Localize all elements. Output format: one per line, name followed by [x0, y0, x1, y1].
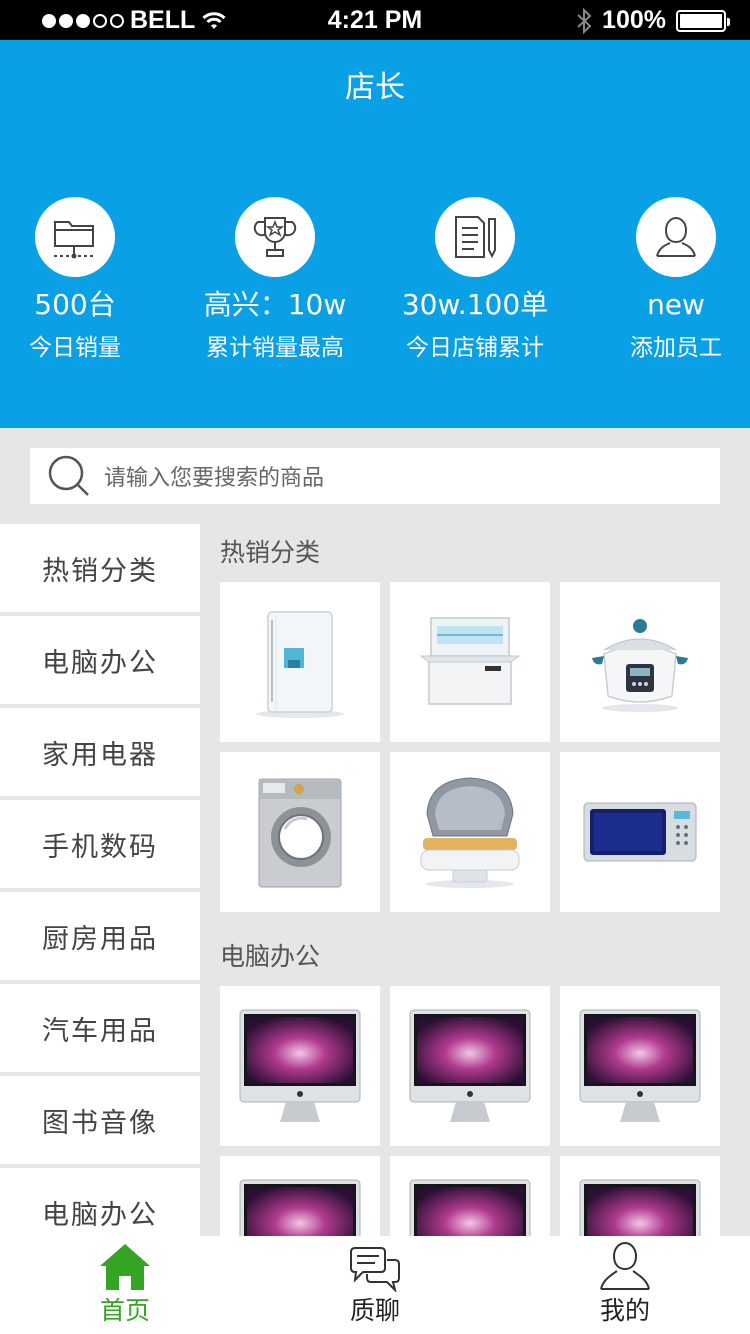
tab-label: 质聊 — [349, 1296, 400, 1325]
stat-value: 500台 — [34, 288, 116, 321]
sidebar-item-home-appliances[interactable]: 家用电器 — [0, 708, 200, 796]
stat-label: 添加员工 — [630, 335, 722, 361]
waffle-maker-icon — [420, 777, 520, 888]
tab-label: 首页 — [99, 1296, 150, 1325]
profile-icon — [600, 1241, 650, 1290]
product-tile[interactable] — [560, 986, 720, 1146]
tab-home[interactable]: 首页 — [0, 1236, 250, 1334]
user-icon — [656, 216, 696, 257]
product-tile[interactable] — [220, 752, 380, 912]
search-input[interactable]: 请输入您要搜索的商品 — [104, 460, 324, 492]
stat-label: 今日销量 — [29, 335, 121, 361]
product-tile[interactable] — [560, 582, 720, 742]
stat-value: new — [647, 288, 705, 321]
dishwasher-icon — [419, 617, 521, 705]
washing-machine-icon — [258, 778, 342, 888]
document-pencil-icon — [455, 216, 496, 259]
home-icon — [100, 1244, 150, 1290]
stat-top-seller[interactable]: 高兴：10w 累计销量最高 — [175, 197, 375, 363]
product-tile[interactable] — [390, 1156, 550, 1236]
product-grid — [220, 582, 730, 912]
stat-icon-circle — [636, 197, 716, 277]
slow-cooker-icon — [592, 619, 688, 712]
sidebar-item-car[interactable]: 汽车用品 — [0, 984, 200, 1072]
chat-bubbles-icon — [350, 1247, 400, 1292]
stat-icon-circle — [435, 197, 515, 277]
imac-icon — [579, 1179, 701, 1236]
folder-icon — [54, 221, 94, 259]
product-tile[interactable] — [220, 1156, 380, 1236]
stat-value: 30w.100单 — [401, 288, 549, 321]
imac-icon — [579, 1009, 701, 1122]
refrigerator-icon — [256, 611, 344, 718]
tab-chat[interactable]: 质聊 — [250, 1236, 500, 1334]
tab-me[interactable]: 我的 — [500, 1236, 750, 1334]
stat-label: 今日店铺累计 — [406, 335, 544, 361]
battery-percent: 100% — [602, 6, 666, 34]
page-title: 店长 — [345, 70, 405, 105]
imac-icon — [239, 1179, 361, 1236]
search-bar[interactable]: 请输入您要搜索的商品 — [30, 448, 720, 504]
stat-value: 高兴：10w — [203, 288, 347, 321]
stat-store-total[interactable]: 30w.100单 今日店铺累计 — [375, 197, 575, 363]
imac-icon — [409, 1179, 531, 1236]
stat-add-staff[interactable]: new 添加员工 — [576, 197, 750, 363]
product-tile[interactable] — [220, 986, 380, 1146]
bottom-tab-bar: 首页 质聊 我的 — [0, 1236, 750, 1334]
battery-icon — [676, 9, 730, 32]
section-title: 电脑办公 — [220, 942, 321, 971]
sidebar-item-computer-office[interactable]: 电脑办公 — [0, 616, 200, 704]
stat-today-sales[interactable]: 500台 今日销量 — [0, 197, 175, 363]
stat-icon-circle — [235, 197, 315, 277]
sidebar-item-kitchen[interactable]: 厨房用品 — [0, 892, 200, 980]
category-sidebar: 热销分类 电脑办公 家用电器 手机数码 厨房用品 汽车用品 图书音像 电脑办公 — [0, 524, 200, 1236]
trophy-icon — [253, 217, 297, 257]
product-tile[interactable] — [390, 986, 550, 1146]
store-header: 店长 500台 今日销量 高兴：10w 累计销量最高 30w.100单 今日店铺… — [0, 40, 750, 428]
sidebar-item-hot[interactable]: 热销分类 — [0, 524, 200, 612]
imac-icon — [409, 1009, 531, 1122]
sidebar-item-books-media[interactable]: 图书音像 — [0, 1076, 200, 1164]
microwave-icon — [583, 802, 697, 862]
stat-icon-circle — [35, 197, 115, 277]
product-panel: 热销分类 电脑办公 — [220, 524, 730, 1236]
stat-label: 累计销量最高 — [206, 335, 344, 361]
sidebar-item-computer-office-2[interactable]: 电脑办公 — [0, 1168, 200, 1236]
sidebar-item-mobile-digital[interactable]: 手机数码 — [0, 800, 200, 888]
product-tile[interactable] — [390, 582, 550, 742]
status-bar: BELL 4:21 PM 100% — [0, 0, 750, 40]
product-grid — [220, 986, 730, 1236]
tab-label: 我的 — [599, 1296, 650, 1325]
section-title: 热销分类 — [220, 538, 321, 567]
bluetooth-icon — [577, 7, 592, 34]
product-tile[interactable] — [560, 1156, 720, 1236]
product-tile[interactable] — [390, 752, 550, 912]
product-tile[interactable] — [560, 752, 720, 912]
product-tile[interactable] — [220, 582, 380, 742]
search-icon — [48, 455, 89, 496]
imac-icon — [239, 1009, 361, 1122]
